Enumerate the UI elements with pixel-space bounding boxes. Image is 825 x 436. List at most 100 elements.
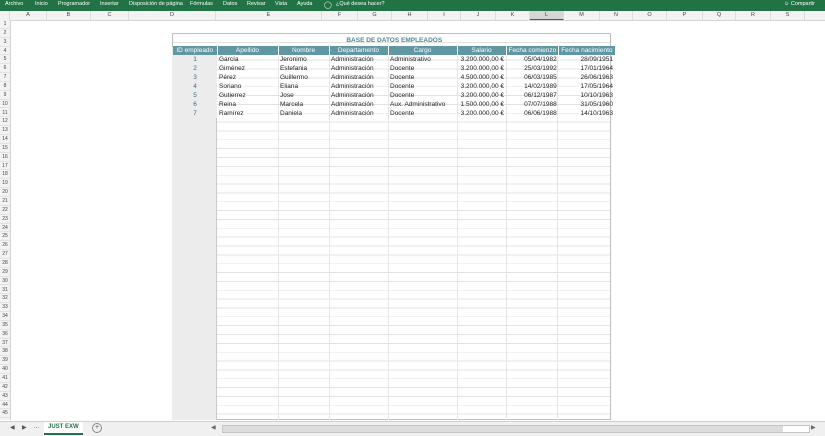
row-header[interactable]: 38 [0, 347, 10, 357]
row-header[interactable]: 25 [0, 232, 10, 242]
cell-id[interactable]: 6 [173, 100, 217, 109]
col-header-b[interactable]: B [47, 11, 91, 20]
sheet-tab-just-exw[interactable]: JUST EXW [44, 422, 83, 435]
cell-departamento[interactable]: Administración [329, 55, 388, 64]
cell-departamento[interactable]: Administración [329, 109, 388, 118]
cell-fecha-comienzo[interactable]: 06/12/1987 [506, 91, 559, 100]
row-header[interactable]: 1 [0, 20, 10, 29]
row-header[interactable]: 23 [0, 215, 10, 224]
cell-nombre[interactable]: Eliana [278, 82, 329, 91]
cell-fecha-comienzo[interactable]: 25/03/1992 [506, 64, 559, 73]
col-header-j[interactable]: J [461, 11, 496, 20]
next-sheet-arrow-icon[interactable]: ▶ [22, 424, 27, 431]
cell-salario[interactable]: 1.500.000,00 € [457, 100, 506, 109]
header-cargo[interactable]: Cargo [388, 46, 458, 55]
cell-id[interactable]: 5 [173, 91, 217, 100]
cell-nombre[interactable]: Guillermo [278, 73, 329, 82]
col-header-o[interactable]: O [633, 11, 667, 20]
cell-apellido[interactable]: Pérez [217, 73, 278, 82]
row-header[interactable]: 37 [0, 339, 10, 348]
cell-cargo[interactable]: Docente [388, 73, 457, 82]
tab-inicio[interactable]: Inicio [35, 1, 48, 7]
cell-apellido[interactable]: Gutierrez [217, 91, 278, 100]
row-header[interactable]: 31 [0, 286, 10, 295]
row-header[interactable]: 13 [0, 126, 10, 136]
scroll-right-arrow-icon[interactable]: ▶ [811, 424, 816, 431]
tab-archivo[interactable]: Archivo [5, 1, 23, 7]
tab-revisar[interactable]: Revisar [247, 1, 266, 7]
tab-ayuda[interactable]: Ayuda [297, 1, 313, 7]
cell-nombre[interactable]: Jose [278, 91, 329, 100]
cell-nombre[interactable]: Daniela [278, 109, 329, 118]
cell-salario[interactable]: 3.200.000,00 € [457, 64, 506, 73]
col-header-f[interactable]: F [322, 11, 358, 20]
cell-departamento[interactable]: Administración [329, 100, 388, 109]
row-header[interactable]: 7 [0, 73, 10, 82]
cell-cargo[interactable]: Docente [388, 82, 457, 91]
row-header[interactable]: 28 [0, 259, 10, 268]
header-apellido[interactable]: Apellido [217, 46, 279, 55]
row-header[interactable]: 45 [0, 409, 10, 419]
row-header[interactable]: 8 [0, 82, 10, 91]
row-header[interactable]: 6 [0, 64, 10, 74]
header-salario[interactable]: Salario [457, 46, 507, 55]
row-header[interactable]: 20 [0, 188, 10, 197]
cell-apellido[interactable]: Soriano [217, 82, 278, 91]
row-header[interactable]: 4 [0, 47, 10, 56]
row-header[interactable]: 19 [0, 179, 10, 189]
col-header-s[interactable]: S [771, 11, 805, 20]
row-header[interactable]: 11 [0, 109, 10, 118]
header-fecha-comienzo[interactable]: Fecha comienzo [506, 46, 560, 55]
row-header[interactable]: 42 [0, 383, 10, 392]
tab-datos[interactable]: Datos [223, 1, 237, 7]
cell-nombre[interactable]: Estefania [278, 64, 329, 73]
cell-salario[interactable]: 3.200.000,00 € [457, 55, 506, 64]
tell-me-search[interactable]: ¿Qué desea hacer? [336, 1, 385, 7]
row-header[interactable]: 33 [0, 303, 10, 313]
cell-cargo[interactable]: Docente [388, 91, 457, 100]
cell-fecha-nacimiento[interactable]: 10/10/1963 [559, 91, 615, 100]
cell-departamento[interactable]: Administración [329, 64, 388, 73]
tab-disposicion[interactable]: Disposición de página [129, 1, 183, 7]
cell-id[interactable]: 1 [173, 55, 217, 64]
row-header[interactable]: 41 [0, 374, 10, 383]
row-header[interactable]: 34 [0, 312, 10, 321]
row-header[interactable]: 26 [0, 241, 10, 251]
row-header[interactable]: 22 [0, 206, 10, 215]
tab-formulas[interactable]: Fórmulas [190, 1, 213, 7]
header-departamento[interactable]: Departamento [329, 46, 389, 55]
cell-fecha-comienzo[interactable]: 14/02/1989 [506, 82, 559, 91]
cell-fecha-comienzo[interactable]: 07/07/1988 [506, 100, 559, 109]
cell-salario[interactable]: 3.200.000,00 € [457, 82, 506, 91]
row-header[interactable]: 32 [0, 294, 10, 304]
scrollbar-thumb[interactable] [223, 426, 783, 432]
cell-salario[interactable]: 4.500.000,00 € [457, 73, 506, 82]
col-header-m[interactable]: M [564, 11, 600, 20]
cell-fecha-nacimiento[interactable]: 28/09/1951 [559, 55, 615, 64]
select-all-corner[interactable] [0, 11, 10, 20]
cell-fecha-comienzo[interactable]: 06/06/1988 [506, 109, 559, 118]
row-header[interactable]: 2 [0, 29, 10, 38]
cell-cargo[interactable]: Aux. Administrativo [388, 100, 457, 109]
cell-apellido[interactable]: García [217, 55, 278, 64]
row-header[interactable]: 21 [0, 197, 10, 206]
header-id-empleado[interactable]: ID empleado [173, 46, 218, 55]
cell-fecha-nacimiento[interactable]: 17/05/1964 [559, 82, 615, 91]
cell-id[interactable]: 2 [173, 64, 217, 73]
col-header-q[interactable]: Q [703, 11, 736, 20]
cell-fecha-comienzo[interactable]: 06/03/1985 [506, 73, 559, 82]
cell-departamento[interactable]: Administración [329, 82, 388, 91]
cell-fecha-nacimiento[interactable]: 17/01/1964 [559, 64, 615, 73]
col-header-p[interactable]: P [667, 11, 703, 20]
row-header[interactable]: 9 [0, 91, 10, 100]
cell-cargo[interactable]: Docente [388, 109, 457, 118]
row-header[interactable]: 35 [0, 321, 10, 330]
row-header[interactable]: 12 [0, 117, 10, 127]
col-header-h[interactable]: H [392, 11, 428, 20]
cell-id[interactable]: 3 [173, 73, 217, 82]
cell-apellido[interactable]: Reina [217, 100, 278, 109]
row-header[interactable]: 16 [0, 153, 10, 162]
row-header[interactable]: 36 [0, 330, 10, 339]
col-header-a[interactable]: A [10, 11, 47, 20]
row-header[interactable]: 24 [0, 224, 10, 233]
